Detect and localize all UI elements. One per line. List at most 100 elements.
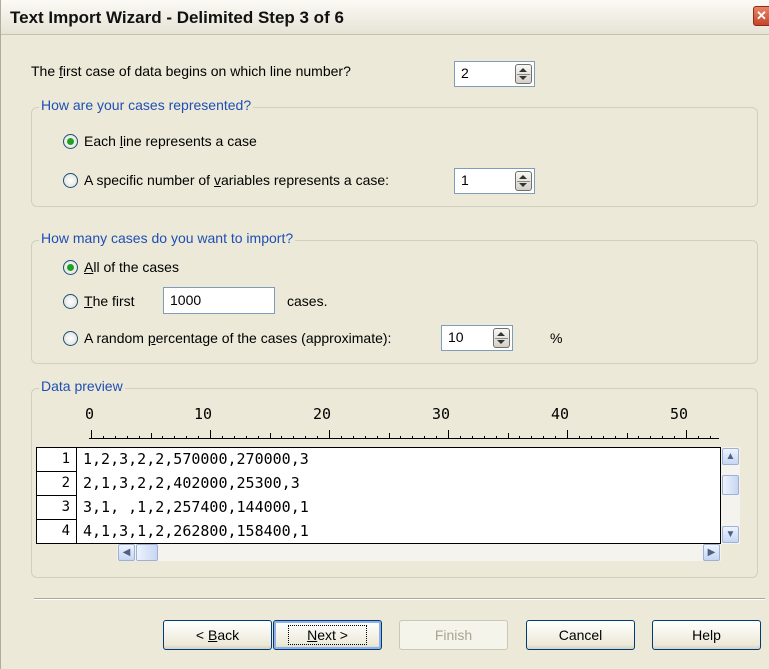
- ruler-tick: [305, 436, 307, 439]
- ruler-tick: [507, 433, 509, 439]
- scroll-down-icon[interactable]: ▼: [722, 526, 739, 543]
- preview-row-text: 4,1,3,1,2,262800,158400,1: [83, 522, 309, 540]
- each-line-radio[interactable]: [63, 134, 78, 149]
- scroll-up-icon[interactable]: ▲: [722, 448, 739, 465]
- ruler-tick: [186, 436, 188, 439]
- ruler-tick: [138, 436, 140, 439]
- preview-row-text: 1,2,3,2,2,570000,270000,3: [83, 450, 309, 468]
- variables-per-case-stepper[interactable]: 1: [454, 168, 535, 194]
- ruler-label: 30: [432, 405, 451, 423]
- ruler-tick: [697, 436, 699, 439]
- horizontal-scrollbar[interactable]: ◀ ▶: [117, 544, 721, 561]
- ruler-label: 50: [670, 405, 689, 423]
- ruler-tick: [436, 436, 438, 439]
- scroll-left-icon[interactable]: ◀: [118, 544, 135, 561]
- ruler-tick: [174, 436, 176, 439]
- ruler-tick: [459, 436, 461, 439]
- ruler-baseline: [89, 438, 719, 439]
- column-ruler: 0 10 20 30 40 50: [85, 405, 719, 439]
- data-preview-legend: Data preview: [39, 378, 125, 394]
- ruler-tick: [650, 436, 652, 439]
- row-number: 4: [37, 520, 77, 544]
- ruler-tick: [674, 436, 676, 439]
- first-case-line-value: 2: [461, 65, 469, 81]
- close-icon[interactable]: ✕: [753, 6, 769, 26]
- ruler-tick: [376, 436, 378, 439]
- back-button[interactable]: < Back: [163, 620, 272, 650]
- ruler-tick: [602, 436, 604, 439]
- first-n-cases-input[interactable]: 1000: [163, 287, 275, 314]
- cancel-button[interactable]: Cancel: [526, 620, 635, 650]
- vertical-scrollbar[interactable]: ▲ ▼: [721, 447, 740, 544]
- random-percentage-value: 10: [448, 329, 464, 345]
- specific-variables-radio[interactable]: [63, 173, 78, 188]
- cases-suffix-label: cases.: [287, 293, 328, 309]
- ruler-tick: [543, 436, 545, 439]
- row-number: 3: [37, 496, 77, 520]
- ruler-tick: [555, 436, 557, 439]
- ruler-label: 0: [85, 405, 95, 423]
- ruler-tick: [329, 430, 330, 439]
- horizontal-scroll-thumb[interactable]: [136, 544, 158, 561]
- scroll-right-icon[interactable]: ▶: [703, 544, 720, 561]
- ruler-tick: [424, 436, 426, 439]
- data-preview-grid[interactable]: 1 1,2,3,2,2,570000,270000,3 2 2,1,3,2,2,…: [36, 447, 721, 544]
- all-cases-radio[interactable]: [63, 260, 78, 275]
- ruler-tick: [626, 433, 628, 439]
- ruler-tick: [269, 433, 271, 439]
- ruler-label: 40: [551, 405, 570, 423]
- ruler-tick: [257, 436, 259, 439]
- title-bar[interactable]: Text Import Wizard - Delimited Step 3 of…: [1, 0, 769, 35]
- ruler-tick: [519, 436, 521, 439]
- ruler-tick: [638, 436, 640, 439]
- ruler-tick: [448, 430, 449, 439]
- variables-per-case-value: 1: [461, 172, 469, 188]
- cases-represented-group: [31, 107, 758, 207]
- ruler-tick: [102, 436, 104, 439]
- first-n-cases-radio[interactable]: [63, 294, 78, 309]
- ruler-tick: [400, 436, 402, 439]
- ruler-tick: [388, 433, 390, 439]
- ruler-tick: [364, 436, 366, 439]
- random-percentage-stepper[interactable]: 10: [441, 325, 513, 351]
- help-button[interactable]: Help: [652, 620, 761, 650]
- next-button[interactable]: Next >: [273, 620, 382, 650]
- ruler-tick: [221, 436, 223, 439]
- ruler-tick: [126, 436, 128, 439]
- row-number: 2: [37, 472, 77, 496]
- ruler-tick: [198, 436, 200, 439]
- ruler-tick: [210, 430, 211, 439]
- ruler-tick: [233, 436, 235, 439]
- ruler-tick: [483, 436, 485, 439]
- ruler-tick: [245, 436, 247, 439]
- ruler-tick: [578, 436, 580, 439]
- ruler-tick: [614, 436, 616, 439]
- specific-variables-label[interactable]: A specific number of variables represent…: [84, 172, 389, 188]
- ruler-tick: [162, 436, 164, 439]
- ruler-tick: [662, 436, 664, 439]
- ruler-tick: [317, 436, 319, 439]
- random-percentage-radio[interactable]: [63, 331, 78, 346]
- ruler-tick: [340, 436, 342, 439]
- first-case-label: The first case of data begins on which l…: [31, 63, 351, 79]
- all-cases-label[interactable]: All of the cases: [84, 259, 179, 275]
- ruler-tick: [412, 436, 414, 439]
- ruler-tick: [567, 430, 568, 439]
- spin-arrows-icon[interactable]: [515, 171, 532, 191]
- window-title: Text Import Wizard - Delimited Step 3 of…: [10, 8, 344, 27]
- button-separator: [34, 598, 765, 600]
- spin-arrows-icon[interactable]: [515, 64, 532, 84]
- ruler-tick: [281, 436, 283, 439]
- each-line-label[interactable]: Each line represents a case: [84, 133, 257, 149]
- finish-button[interactable]: Finish: [399, 620, 508, 650]
- spin-arrows-icon[interactable]: [493, 328, 510, 348]
- random-percentage-label[interactable]: A random percentage of the cases (approx…: [84, 330, 391, 346]
- first-n-cases-label[interactable]: The first: [84, 293, 135, 309]
- first-n-cases-value: 1000: [170, 292, 202, 308]
- cases-import-legend: How many cases do you want to import?: [39, 230, 296, 246]
- ruler-tick: [495, 436, 497, 439]
- ruler-tick: [709, 436, 711, 439]
- vertical-scroll-thumb[interactable]: [722, 475, 739, 495]
- ruler-tick: [471, 436, 473, 439]
- first-case-line-stepper[interactable]: 2: [454, 61, 535, 87]
